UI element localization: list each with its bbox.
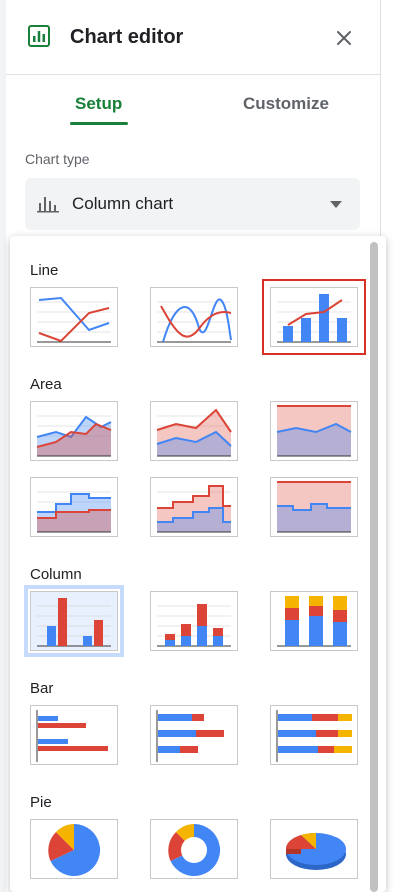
- thumb-bar-chart[interactable]: [30, 705, 118, 765]
- section-label-pie: Pie: [30, 794, 52, 811]
- doughnut-chart-icon: [168, 823, 221, 876]
- editor-header: Chart editor: [6, 0, 380, 75]
- bar-chart-icon: [36, 710, 108, 762]
- thumb-line-chart[interactable]: [30, 287, 118, 347]
- thumb-stacked-column-chart[interactable]: [150, 591, 238, 651]
- 100-stacked-bar-chart-icon: [276, 710, 352, 762]
- thumb-stacked-stepped-area-chart[interactable]: [150, 477, 238, 537]
- section-label-line: Line: [30, 262, 59, 279]
- tab-setup[interactable]: Setup: [75, 94, 122, 114]
- stepped-area-chart-icon: [37, 491, 111, 533]
- thumb-100-stacked-column-chart[interactable]: [270, 591, 358, 651]
- chart-type-selected: Column chart: [72, 194, 174, 213]
- close-icon[interactable]: [332, 26, 356, 50]
- chart-type-dropdown[interactable]: Column chart: [25, 178, 360, 230]
- caret-down-icon: [330, 201, 342, 208]
- stacked-bar-chart-icon: [156, 710, 224, 762]
- 100-stacked-column-chart-icon: [277, 596, 351, 647]
- thumb-pie-chart[interactable]: [30, 819, 118, 879]
- thumb-area-chart[interactable]: [30, 401, 118, 461]
- thumb-stacked-area-chart[interactable]: [150, 401, 238, 461]
- chart-logo-icon: [28, 25, 50, 47]
- tab-customize[interactable]: Customize: [243, 94, 329, 114]
- column-chart-thumb-icon: [37, 598, 111, 647]
- stacked-column-chart-icon: [157, 604, 231, 647]
- editor-tabs: Setup Customize: [6, 74, 380, 128]
- editor-title: Chart editor: [70, 26, 184, 48]
- menu-scrollbar[interactable]: [370, 242, 378, 892]
- area-chart-icon: [36, 415, 112, 457]
- thumb-doughnut-chart[interactable]: [150, 819, 238, 879]
- 100-stacked-stepped-area-chart-icon: [277, 481, 351, 533]
- thumb-stepped-area-chart[interactable]: [30, 477, 118, 537]
- thumb-combo-chart[interactable]: [262, 279, 366, 355]
- stacked-area-chart-icon: [156, 408, 232, 457]
- 3d-pie-chart-icon: [285, 832, 346, 870]
- active-tab-indicator: [70, 122, 128, 125]
- smooth-line-chart-icon: [157, 298, 232, 343]
- 100-stacked-area-chart-icon: [276, 405, 352, 457]
- line-chart-icon: [37, 296, 111, 343]
- thumb-100-stacked-bar-chart[interactable]: [270, 705, 358, 765]
- section-label-bar: Bar: [30, 680, 54, 697]
- pie-chart-icon: [48, 823, 101, 876]
- thumb-smooth-line-chart[interactable]: [150, 287, 238, 347]
- combo-chart-icon: [277, 294, 351, 343]
- thumb-3d-pie-chart[interactable]: [270, 819, 358, 879]
- section-label-column: Column: [30, 566, 82, 583]
- thumb-100-stacked-stepped-area-chart[interactable]: [270, 477, 358, 537]
- thumb-column-chart[interactable]: [24, 585, 124, 657]
- column-chart-icon: [37, 197, 59, 213]
- chart-type-label: Chart type: [25, 151, 90, 167]
- stacked-stepped-area-chart-icon: [157, 485, 231, 533]
- section-label-area: Area: [30, 376, 62, 393]
- thumb-stacked-bar-chart[interactable]: [150, 705, 238, 765]
- chart-type-menu: Line Area Column Bar Pie: [10, 236, 386, 892]
- thumb-100-stacked-area-chart[interactable]: [270, 401, 358, 461]
